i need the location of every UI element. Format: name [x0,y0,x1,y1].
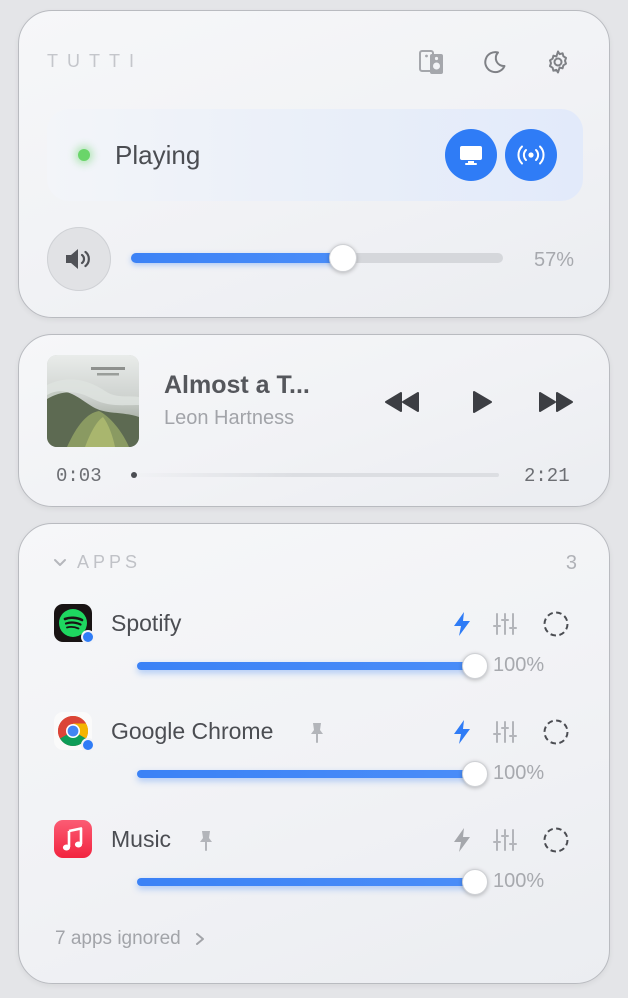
app-volume-slider[interactable] [137,662,475,670]
display-output-button[interactable] [445,129,497,181]
track-duration: 2:21 [524,465,570,487]
app-row-google-chrome: Google Chrome 100% [19,712,611,820]
rewind-button[interactable] [381,387,423,417]
app-volume-percent: 100% [493,654,545,676]
chevron-down-icon [54,558,66,566]
dashed-circle-icon [543,719,569,745]
broadcast-output-button[interactable] [505,129,557,181]
pin-icon [311,723,323,743]
master-volume-slider[interactable] [131,253,503,263]
music-app-icon [54,820,92,858]
app-name: Google Chrome [111,718,274,744]
boost-button[interactable] [449,825,475,855]
app-volume-knob[interactable] [462,653,488,679]
output-select-button[interactable] [541,609,571,639]
master-volume-percent: 57% [534,249,575,271]
progress-slider[interactable] [131,472,499,478]
play-button[interactable] [467,387,497,417]
app-name: Spotify [111,610,182,636]
bolt-icon [454,612,470,636]
track-title: Almost a T... [164,371,310,399]
dark-mode-button[interactable] [480,47,510,77]
active-badge [81,738,95,752]
status-panel: Playing [47,109,583,201]
app-volume-slider[interactable] [137,770,475,778]
ignored-apps-link[interactable]: 7 apps ignored [55,928,207,950]
broadcast-icon [517,145,545,165]
app-volume-percent: 100% [493,870,545,892]
master-volume-knob[interactable] [329,244,357,272]
speaker-icon [66,249,90,269]
ignored-apps-label: 7 apps ignored [55,928,181,949]
dashed-circle-icon [543,611,569,637]
app-volume-knob[interactable] [462,761,488,787]
settings-button[interactable] [543,47,573,77]
app-brand: TUTTI [47,51,143,71]
pin-icon [200,831,212,851]
equalizer-button[interactable] [491,717,519,747]
output-select-button[interactable] [541,825,571,855]
output-card: TUTTI Playing 57% [18,10,610,318]
mute-button[interactable] [47,227,111,291]
track-artist: Leon Hartness [164,407,295,429]
now-playing-card: Almost a T... Leon Hartness 0:03 2:21 [18,334,610,507]
rewind-icon [385,392,419,412]
moon-icon [484,51,506,74]
status-label: Playing [115,140,201,170]
equalizer-button[interactable] [491,609,519,639]
album-art [47,355,139,447]
master-volume-fill [131,253,343,263]
equalizer-icon [493,829,517,851]
equalizer-button[interactable] [491,825,519,855]
app-row-spotify: Spotify 100% [19,604,611,712]
app-volume-percent: 100% [493,762,545,784]
apps-count: 3 [565,552,577,574]
speaker-switch-button[interactable] [417,47,447,77]
app-name: Music [111,826,172,852]
fast-forward-icon [539,392,573,412]
active-badge [81,630,95,644]
play-icon [473,391,492,413]
status-indicator [78,149,90,161]
pin-button[interactable] [194,826,218,854]
elapsed-time: 0:03 [56,465,102,487]
boost-button[interactable] [449,609,475,639]
equalizer-icon [493,613,517,635]
chevron-right-icon [195,933,204,945]
apps-section-toggle[interactable]: APPS [53,552,141,573]
equalizer-icon [493,721,517,743]
fast-forward-button[interactable] [535,387,577,417]
app-row-music: Music 100% [19,820,611,928]
bolt-icon [454,828,470,852]
speaker-switch-icon [419,50,443,74]
bolt-icon [454,720,470,744]
apps-card: APPS 3 Spotify 100% Google Chrome 100% M… [18,523,610,984]
gear-icon [549,50,567,74]
boost-button[interactable] [449,717,475,747]
pin-button[interactable] [305,718,329,746]
display-icon [460,146,482,165]
dashed-circle-icon [543,827,569,853]
app-volume-slider[interactable] [137,878,475,886]
apps-section-label: APPS [77,552,142,572]
output-select-button[interactable] [541,717,571,747]
progress-knob[interactable] [131,472,137,478]
app-volume-knob[interactable] [462,869,488,895]
